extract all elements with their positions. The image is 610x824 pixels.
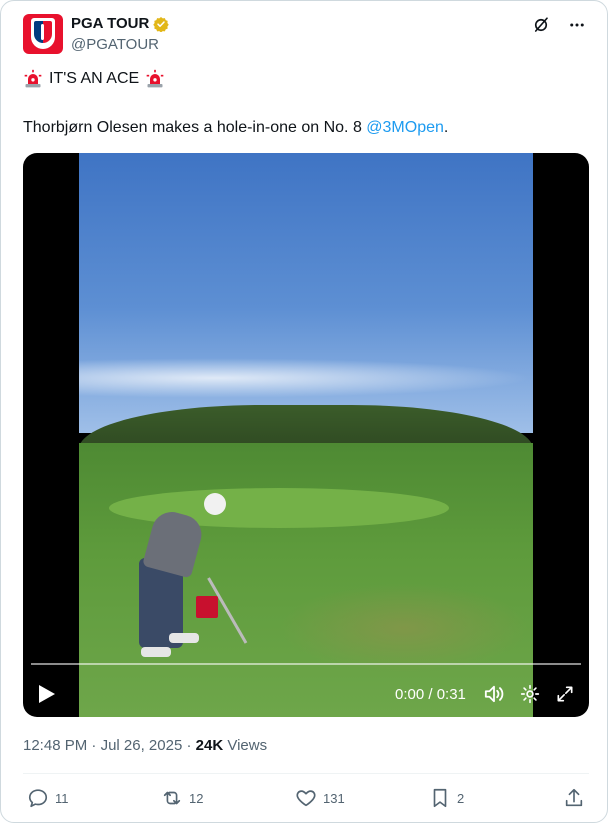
bookmark-count: 2 [457, 790, 465, 806]
post-time[interactable]: 12:48 PM [23, 737, 87, 754]
heart-icon [296, 790, 316, 807]
post-card: PGA TOUR @PGATOUR IT'S AN ACE Thorbjørn … [0, 0, 608, 823]
video-progress-bar[interactable] [31, 663, 581, 665]
video-time: 0:00 / 0:31 [395, 686, 466, 703]
volume-icon[interactable] [483, 684, 505, 704]
video-frame [79, 153, 533, 717]
mention-link[interactable]: @3MOpen [366, 119, 444, 136]
like-count: 131 [323, 790, 345, 806]
views-label: Views [223, 737, 268, 754]
divider [23, 773, 589, 774]
share-button[interactable] [563, 787, 585, 809]
repost-count: 12 [189, 790, 204, 806]
play-icon[interactable] [37, 683, 57, 705]
post-headline: IT'S AN ACE [49, 70, 140, 87]
account-handle[interactable]: @PGATOUR [71, 36, 159, 53]
action-bar: 11 12 131 2 [23, 787, 589, 809]
fullscreen-icon[interactable] [555, 684, 575, 704]
post-body-end: . [443, 119, 449, 136]
separator: · [87, 737, 101, 754]
reply-count: 11 [55, 790, 69, 806]
views-count: 24K [195, 737, 224, 754]
more-icon[interactable] [567, 15, 587, 35]
bookmark-button[interactable]: 2 [429, 787, 464, 809]
share-icon [565, 788, 583, 807]
siren-icon [146, 69, 164, 88]
post-body-text: Thorbjørn Olesen makes a hole-in-one on … [23, 119, 367, 136]
post-text-line-1: IT'S AN ACE [23, 69, 165, 89]
verified-badge-icon [153, 16, 170, 32]
post-metadata: 12:48 PM · Jul 26, 2025 · 24K Views [23, 737, 267, 754]
account-name[interactable]: PGA TOUR [71, 15, 149, 32]
post-text-line-2: Thorbjørn Olesen makes a hole-in-one on … [23, 119, 448, 137]
reply-button[interactable]: 11 [27, 787, 69, 809]
siren-icon [24, 69, 42, 88]
bookmark-icon [433, 788, 447, 808]
settings-icon[interactable] [520, 684, 540, 704]
reply-icon [28, 789, 48, 808]
post-top-actions [531, 15, 587, 35]
pga-tour-logo [31, 18, 55, 49]
repost-button[interactable]: 12 [161, 787, 203, 809]
like-button[interactable]: 131 [295, 787, 345, 809]
video-player[interactable]: 0:00 / 0:31 [23, 153, 589, 717]
repost-icon [163, 791, 181, 805]
separator: · [182, 737, 196, 754]
grok-icon[interactable] [531, 15, 551, 35]
avatar[interactable] [23, 14, 63, 54]
video-controls: 0:00 / 0:31 [23, 679, 589, 709]
post-date[interactable]: Jul 26, 2025 [101, 737, 183, 754]
account-name-row[interactable]: PGA TOUR [71, 15, 170, 32]
